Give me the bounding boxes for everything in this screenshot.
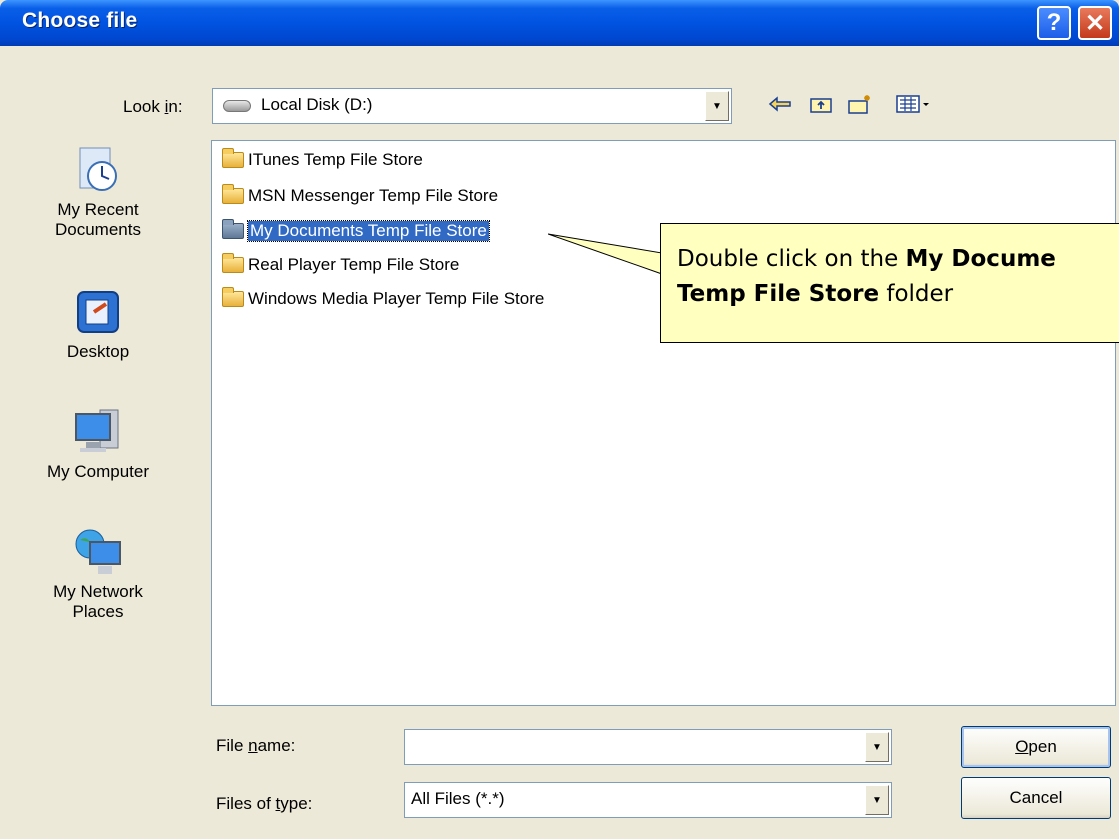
- network-icon: [72, 526, 124, 578]
- close-button[interactable]: ✕: [1078, 6, 1112, 40]
- place-my-network-places[interactable]: My Network Places: [0, 526, 196, 622]
- file-name-label: File name:: [216, 736, 296, 755]
- folder-icon: [222, 148, 244, 168]
- new-folder-icon[interactable]: [845, 92, 875, 116]
- chevron-down-icon[interactable]: ▼: [865, 785, 889, 815]
- file-name-input[interactable]: ▼: [404, 729, 892, 765]
- chevron-down-icon[interactable]: ▼: [865, 732, 889, 762]
- place-desktop[interactable]: Desktop: [0, 286, 196, 362]
- file-type-dropdown[interactable]: All Files (*.*) ▼: [404, 782, 892, 818]
- instruction-callout: Double click on the My Docume Temp File S…: [660, 223, 1119, 343]
- list-item[interactable]: ITunes Temp File Store: [222, 147, 423, 173]
- look-in-dropdown[interactable]: Local Disk (D:) ▼: [212, 88, 732, 124]
- folder-icon: [222, 287, 244, 307]
- computer-icon: [72, 406, 124, 458]
- place-my-recent-documents[interactable]: My Recent Documents: [0, 144, 196, 240]
- look-in-label: Look in:: [123, 97, 183, 116]
- desktop-icon: [72, 286, 124, 338]
- title-bar: Choose file ? ✕: [0, 0, 1119, 46]
- look-in-value: Local Disk (D:): [261, 95, 373, 114]
- back-arrow-icon[interactable]: [765, 92, 795, 116]
- up-folder-icon[interactable]: [806, 92, 836, 116]
- list-item[interactable]: MSN Messenger Temp File Store: [222, 183, 498, 209]
- list-item-selected[interactable]: My Documents Temp File Store: [222, 218, 490, 244]
- folder-icon: [222, 253, 244, 273]
- folder-icon: [222, 219, 244, 239]
- chevron-down-icon[interactable]: ▼: [705, 91, 729, 121]
- view-menu-icon[interactable]: [893, 92, 933, 116]
- list-item[interactable]: Windows Media Player Temp File Store: [222, 286, 544, 312]
- folder-icon: [222, 184, 244, 204]
- file-type-label: Files of type:: [216, 794, 313, 813]
- place-my-computer[interactable]: My Computer: [0, 406, 196, 482]
- hard-drive-icon: [223, 100, 251, 112]
- callout-pointer: [548, 233, 663, 275]
- open-button[interactable]: Open: [961, 726, 1111, 768]
- help-button[interactable]: ?: [1037, 6, 1071, 40]
- dialog-title: Choose file: [22, 9, 138, 32]
- list-item[interactable]: Real Player Temp File Store: [222, 252, 459, 278]
- recent-documents-icon: [72, 144, 124, 196]
- file-type-value: All Files (*.*): [411, 789, 505, 808]
- cancel-button[interactable]: Cancel: [961, 777, 1111, 819]
